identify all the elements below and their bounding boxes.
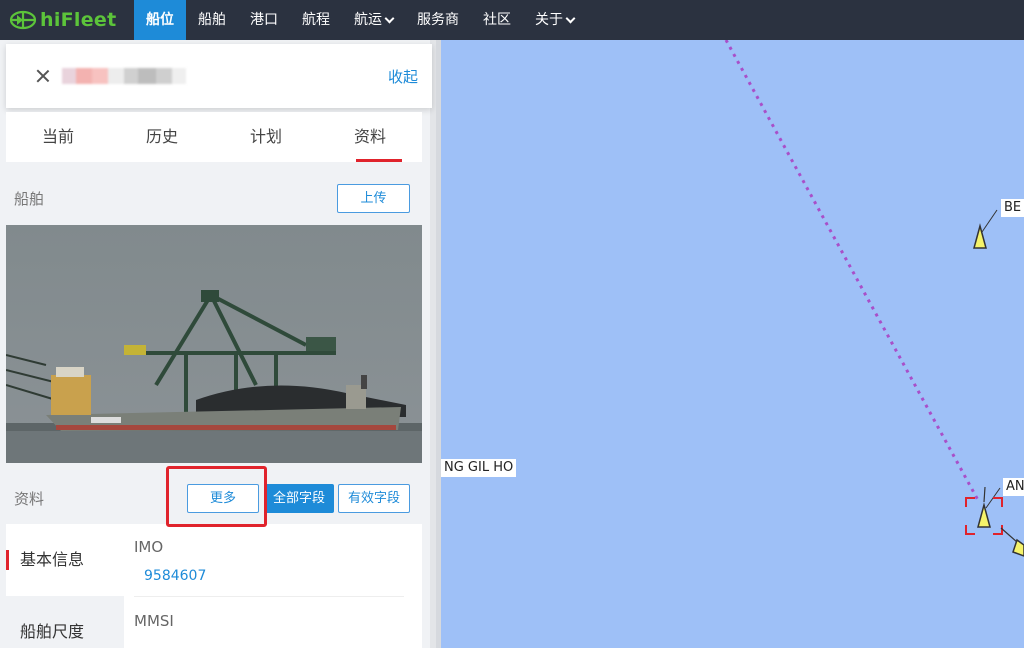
tab-history[interactable]: 历史 [110,112,214,162]
nav-item-voyages[interactable]: 航程 [290,0,342,40]
nav-item-ships[interactable]: 船舶 [186,0,238,40]
sea-map[interactable]: NG GIL HO BE AN [441,40,1024,648]
logo-text: hiFleet [40,9,117,31]
vessel-marker-an[interactable] [977,502,991,528]
valid-fields-button[interactable]: 有效字段 [338,484,410,513]
all-fields-button[interactable]: 全部字段 [264,484,334,513]
collapse-button[interactable]: 收起 [388,66,418,87]
nav-item-about[interactable]: 关于 [523,0,586,40]
map-label-an[interactable]: AN [1003,478,1024,496]
nav-label: 船舶 [198,12,226,28]
upload-button[interactable]: 上传 [337,184,410,213]
nav-label: 社区 [483,12,511,28]
main-nav: 船位 船舶 港口 航程 航运 服务商 社区 关于 [134,0,586,40]
field-divider [134,596,404,597]
mmsi-label: MMSI [134,612,174,630]
tab-plan[interactable]: 计划 [214,112,318,162]
heading-line [1000,527,1018,543]
heading-line [983,486,986,503]
route-line [724,40,981,503]
nav-item-ports[interactable]: 港口 [238,0,290,40]
vessel-marker-partial[interactable] [1012,538,1024,557]
ship-name-redacted [62,66,186,86]
label-leader [981,209,998,233]
ship-tabs: 当前 历史 计划 资料 [6,112,422,162]
tab-current[interactable]: 当前 [6,112,110,162]
tab-data[interactable]: 资料 [318,112,422,162]
nav-label: 服务商 [417,12,459,28]
nav-label: 港口 [250,12,278,28]
chevron-down-icon [384,13,395,23]
info-side-menu: 基本信息 船舶尺度 [6,524,124,648]
chevron-down-icon [565,13,576,23]
imo-label: IMO [134,538,164,556]
logo-icon [9,10,37,30]
side-item-basic-info[interactable]: 基本信息 [6,524,124,596]
ship-detail-panel: 收起 当前 历史 计划 资料 船舶 上传 资料 更多 全部字段 有效字段 基本信… [0,40,436,648]
ship-header: 收起 [6,44,432,108]
ship-photo-image [6,225,422,463]
nav-label: 船位 [146,12,174,28]
data-section-title: 资料 [14,489,45,508]
nav-label: 航运 [354,12,382,28]
nav-item-shipping[interactable]: 航运 [342,0,405,40]
nav-label: 航程 [302,12,330,28]
side-item-dimensions[interactable]: 船舶尺度 [6,596,124,648]
nav-item-service-providers[interactable]: 服务商 [405,0,471,40]
map-label-be[interactable]: BE [1001,199,1024,217]
hifleet-logo[interactable]: hiFleet [0,0,134,40]
map-layer [724,40,1024,557]
ship-section-title: 船舶 [14,189,45,208]
map-label-left[interactable]: NG GIL HO [441,459,517,477]
nav-item-community[interactable]: 社区 [471,0,523,40]
ship-photo [6,225,422,463]
nav-item-positions[interactable]: 船位 [134,0,186,40]
more-button[interactable]: 更多 [187,484,259,513]
top-navigation-bar: hiFleet 船位 船舶 港口 航程 航运 服务商 社区 关于 [0,0,1024,40]
nav-label: 关于 [535,12,563,28]
imo-value[interactable]: 9584607 [144,568,206,584]
close-icon[interactable] [36,69,50,83]
ship-info-box: 基本信息 船舶尺度 IMO 9584607 MMSI [6,524,422,648]
